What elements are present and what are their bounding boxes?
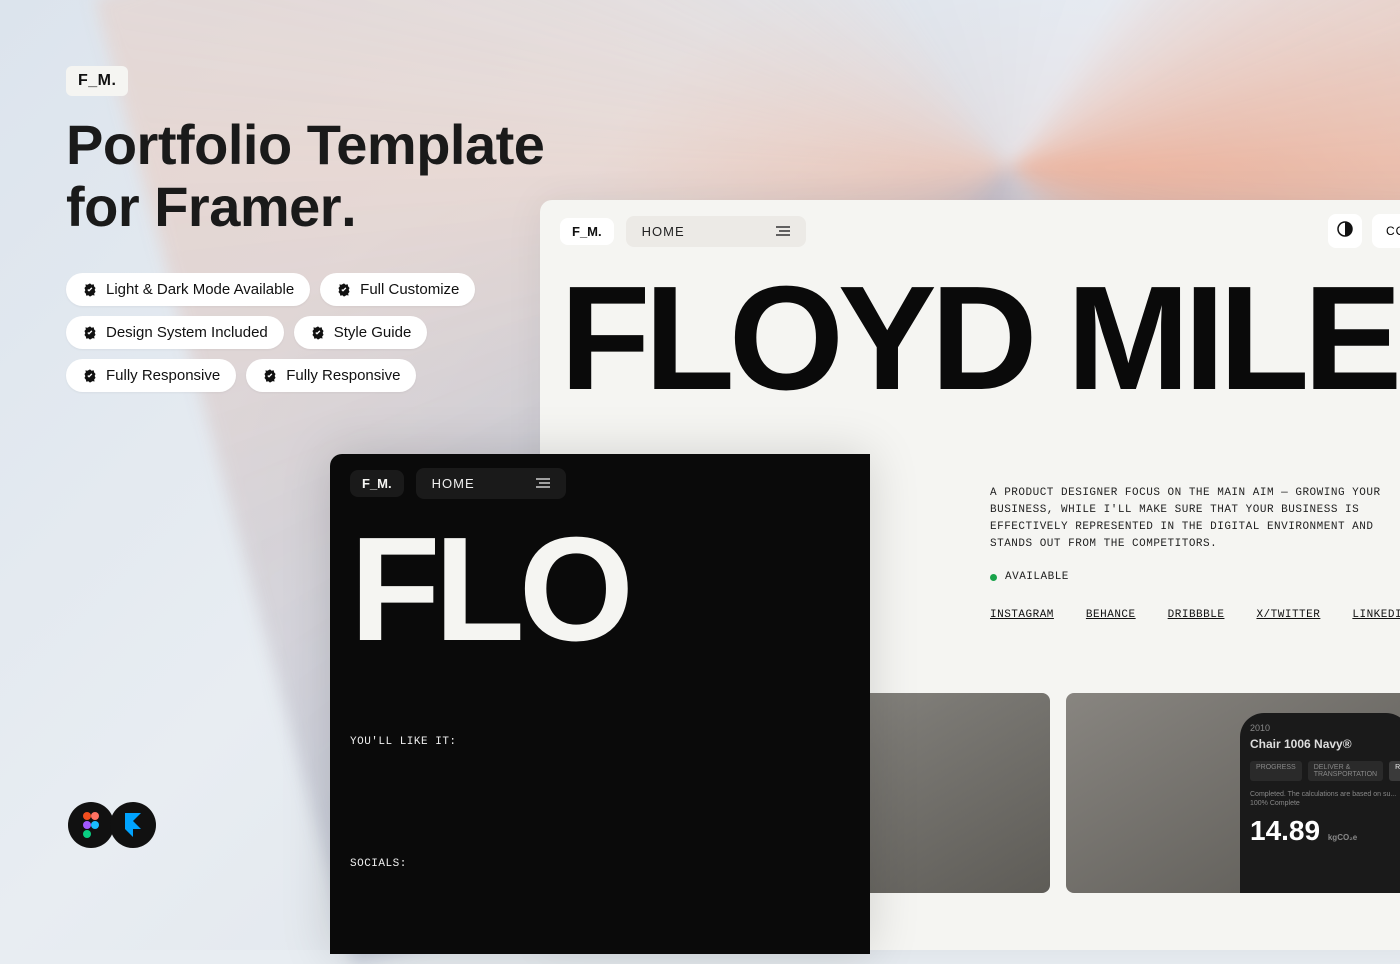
phone-line: 100% Complete xyxy=(1250,800,1400,807)
headline-line1: Portfolio Template xyxy=(66,113,544,176)
theme-toggle-button[interactable] xyxy=(1328,214,1362,248)
figma-icon xyxy=(81,811,101,839)
menu-icon xyxy=(536,476,550,491)
phone-unit: kgCO₂e xyxy=(1328,833,1357,842)
feature-text: Fully Responsive xyxy=(106,367,220,384)
topbar: F_M. HOME xyxy=(330,454,870,513)
site-logo[interactable]: F_M. xyxy=(560,218,614,245)
hero-name: FLO xyxy=(330,513,870,656)
feature-pill: Design System Included xyxy=(66,316,284,349)
nav-current: HOME xyxy=(432,476,475,491)
phone-metric: 14.89 kgCO₂e xyxy=(1250,815,1400,847)
hero-name: FLOYD MILES xyxy=(540,262,1400,405)
preview-dark-mode: F_M. HOME FLO YOU'LL LIKE IT: SOCIALS: xyxy=(330,454,870,954)
feature-pill: Full Customize xyxy=(320,273,475,306)
status-dot-icon xyxy=(990,574,997,581)
feature-pill: Light & Dark Mode Available xyxy=(66,273,310,306)
social-instagram[interactable]: INSTAGRAM xyxy=(990,609,1054,621)
nav-dropdown[interactable]: HOME xyxy=(626,216,806,247)
phone-tab: PROGRESS xyxy=(1250,761,1302,781)
phone-year: 2010 xyxy=(1250,723,1400,733)
figma-badge[interactable] xyxy=(68,802,114,848)
verified-icon xyxy=(310,325,326,341)
verified-icon xyxy=(336,282,352,298)
nav-current: HOME xyxy=(642,224,685,239)
socials-links: INSTAGRAM BEHANCE DRIBBBLE X/TWITTER LIN… xyxy=(990,609,1400,621)
feature-pills: Light & Dark Mode Available Full Customi… xyxy=(66,273,526,392)
social-linkedin[interactable]: LINKEDIN xyxy=(1352,609,1400,621)
feature-pill: Style Guide xyxy=(294,316,428,349)
site-logo[interactable]: F_M. xyxy=(350,470,404,497)
tool-badges xyxy=(68,802,156,848)
phone-line: Completed. The calculations are based on… xyxy=(1250,791,1400,798)
hero-description: A PRODUCT DESIGNER FOCUS ON THE MAIN AIM… xyxy=(990,485,1390,553)
feature-pill: Fully Responsive xyxy=(246,359,416,392)
framer-icon xyxy=(125,813,141,837)
feature-pill: Fully Responsive xyxy=(66,359,236,392)
verified-icon xyxy=(262,368,278,384)
feature-text: Light & Dark Mode Available xyxy=(106,281,294,298)
nav-dropdown[interactable]: HOME xyxy=(416,468,566,499)
social-twitter[interactable]: X/TWITTER xyxy=(1256,609,1320,621)
project-card[interactable]: 2010 Chair 1006 Navy® PROGRESS DELIVER &… xyxy=(1066,693,1400,893)
headline-line2-emph: Framer xyxy=(154,175,341,238)
feature-text: Design System Included xyxy=(106,324,268,341)
promo-logo-badge: F_M. xyxy=(66,66,128,96)
contrast-icon xyxy=(1337,221,1353,242)
menu-icon xyxy=(776,224,790,239)
verified-icon xyxy=(82,325,98,341)
feature-text: Style Guide xyxy=(334,324,412,341)
phone-tab: RESULTS xyxy=(1389,761,1400,781)
social-dribbble[interactable]: DRIBBBLE xyxy=(1168,609,1225,621)
promo-headline: Portfolio Template for Framer. xyxy=(66,114,544,237)
feature-text: Full Customize xyxy=(360,281,459,298)
availability: AVAILABLE xyxy=(990,571,1400,583)
phone-tab: DELIVER & TRANSPORTATION xyxy=(1308,761,1383,781)
verified-icon xyxy=(82,368,98,384)
availability-text: AVAILABLE xyxy=(1005,571,1069,583)
contact-label: CO xyxy=(1386,224,1400,238)
phone-value: 14.89 xyxy=(1250,815,1320,846)
phone-mockup: 2010 Chair 1006 Navy® PROGRESS DELIVER &… xyxy=(1240,713,1400,893)
contact-button[interactable]: CO xyxy=(1372,214,1400,248)
verified-icon xyxy=(82,282,98,298)
promo-section: F_M. Portfolio Template for Framer. Ligh… xyxy=(66,66,544,392)
phone-tabs: PROGRESS DELIVER & TRANSPORTATION RESULT… xyxy=(1250,761,1400,781)
headline-line2-suffix: . xyxy=(341,175,356,238)
socials-label: SOCIALS: xyxy=(330,748,870,870)
topbar: F_M. HOME CO xyxy=(540,200,1400,262)
framer-badge[interactable] xyxy=(110,802,156,848)
headline-line2-prefix: for xyxy=(66,175,154,238)
social-behance[interactable]: BEHANCE xyxy=(1086,609,1136,621)
feature-text: Fully Responsive xyxy=(286,367,400,384)
phone-title: Chair 1006 Navy® xyxy=(1250,737,1400,751)
